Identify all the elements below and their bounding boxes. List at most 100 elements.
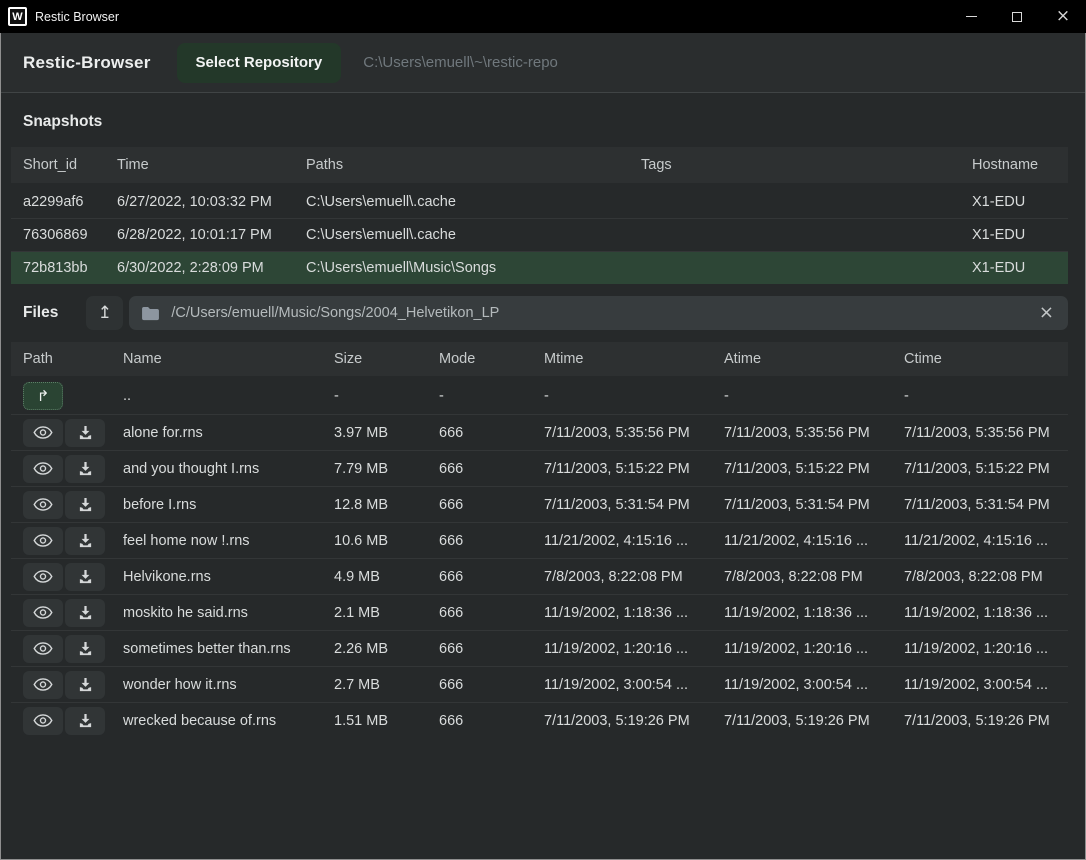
preview-file-button[interactable] [23, 707, 63, 735]
file-row[interactable]: feel home now !.rns 10.6 MB 666 11/21/20… [11, 522, 1068, 558]
file-row[interactable]: and you thought I.rns 7.79 MB 666 7/11/2… [11, 450, 1068, 486]
column-header-name[interactable]: Name [111, 351, 322, 367]
file-name: sometimes better than.rns [111, 641, 322, 657]
snapshot-hostname: X1-EDU [960, 260, 1068, 276]
column-header-hostname[interactable]: Hostname [960, 157, 1068, 173]
snapshot-time: 6/27/2022, 10:03:32 PM [105, 194, 294, 210]
column-header-mtime[interactable]: Mtime [532, 351, 712, 367]
eye-icon [33, 570, 53, 583]
file-name: alone for.rns [111, 425, 322, 441]
download-file-button[interactable] [65, 419, 105, 447]
column-header-atime[interactable]: Atime [712, 351, 892, 367]
file-mtime: 7/11/2003, 5:15:22 PM [532, 461, 712, 477]
file-atime: 11/21/2002, 4:15:16 ... [712, 533, 892, 549]
snapshot-row[interactable]: 76306869 6/28/2022, 10:01:17 PM C:\Users… [11, 218, 1068, 251]
preview-file-button[interactable] [23, 635, 63, 663]
download-file-button[interactable] [65, 635, 105, 663]
file-ctime: 11/19/2002, 1:18:36 ... [892, 605, 1068, 621]
close-icon: × [1056, 8, 1070, 25]
file-mode: 666 [427, 497, 532, 513]
file-ctime: 7/8/2003, 8:22:08 PM [892, 569, 1068, 585]
repository-path: C:\Users\emuell\~\restic-repo [363, 54, 558, 71]
download-file-button[interactable] [65, 671, 105, 699]
file-mode: 666 [427, 533, 532, 549]
maximize-button[interactable] [994, 0, 1040, 33]
file-row[interactable]: sometimes better than.rns 2.26 MB 666 11… [11, 630, 1068, 666]
file-mode: 666 [427, 569, 532, 585]
empty-area [1, 738, 1085, 859]
download-icon [78, 425, 93, 440]
file-row[interactable]: moskito he said.rns 2.1 MB 666 11/19/200… [11, 594, 1068, 630]
snapshot-paths: C:\Users\emuell\.cache [294, 194, 629, 210]
download-file-button[interactable] [65, 527, 105, 555]
column-header-short-id[interactable]: Short_id [11, 157, 105, 173]
download-icon [78, 461, 93, 476]
file-ctime: 11/19/2002, 3:00:54 ... [892, 677, 1068, 693]
file-row[interactable]: before I.rns 12.8 MB 666 7/11/2003, 5:31… [11, 486, 1068, 522]
preview-file-button[interactable] [23, 455, 63, 483]
preview-file-button[interactable] [23, 671, 63, 699]
file-ctime: - [892, 388, 1068, 404]
column-header-size[interactable]: Size [322, 351, 427, 367]
column-header-mode[interactable]: Mode [427, 351, 532, 367]
file-name: moskito he said.rns [111, 605, 322, 621]
select-repository-button[interactable]: Select Repository [177, 43, 342, 83]
snapshot-row[interactable]: a2299af6 6/27/2022, 10:03:32 PM C:\Users… [11, 185, 1068, 218]
file-mtime: 11/19/2002, 3:00:54 ... [532, 677, 712, 693]
column-header-tags[interactable]: Tags [629, 157, 960, 173]
app-logo-icon: W [8, 7, 27, 26]
close-button[interactable]: × [1040, 0, 1086, 33]
file-row[interactable]: alone for.rns 3.97 MB 666 7/11/2003, 5:3… [11, 414, 1068, 450]
file-size: 7.79 MB [322, 461, 427, 477]
download-icon [78, 497, 93, 512]
column-header-path[interactable]: Path [11, 351, 111, 367]
preview-file-button[interactable] [23, 527, 63, 555]
download-file-button[interactable] [65, 599, 105, 627]
file-atime: 11/19/2002, 3:00:54 ... [712, 677, 892, 693]
eye-icon [33, 462, 53, 475]
download-file-button[interactable] [65, 455, 105, 483]
file-mode: 666 [427, 425, 532, 441]
go-to-parent-button[interactable]: ↱ [23, 382, 63, 410]
file-row[interactable]: Helvikone.rns 4.9 MB 666 7/8/2003, 8:22:… [11, 558, 1068, 594]
file-mtime: 7/11/2003, 5:19:26 PM [532, 713, 712, 729]
snapshot-short-id: 76306869 [11, 227, 105, 243]
preview-file-button[interactable] [23, 491, 63, 519]
preview-file-button[interactable] [23, 599, 63, 627]
download-file-button[interactable] [65, 563, 105, 591]
download-file-button[interactable] [65, 491, 105, 519]
file-atime: 7/11/2003, 5:15:22 PM [712, 461, 892, 477]
column-header-ctime[interactable]: Ctime [892, 351, 1068, 367]
file-atime: 7/11/2003, 5:35:56 PM [712, 425, 892, 441]
download-icon [78, 641, 93, 656]
file-ctime: 11/19/2002, 1:20:16 ... [892, 641, 1068, 657]
parent-directory-row[interactable]: ↱ .. - - - - - [11, 378, 1068, 414]
preview-file-button[interactable] [23, 419, 63, 447]
download-icon [78, 677, 93, 692]
column-header-paths[interactable]: Paths [294, 157, 629, 173]
snapshot-hostname: X1-EDU [960, 227, 1068, 243]
file-mode: 666 [427, 461, 532, 477]
arrow-up-from-bar-icon: ↥ [98, 303, 112, 323]
file-size: 12.8 MB [322, 497, 427, 513]
file-size: 4.9 MB [322, 569, 427, 585]
minimize-icon [966, 16, 977, 17]
eye-icon [33, 534, 53, 547]
dump-to-parent-button[interactable]: ↥ [86, 296, 123, 330]
file-mode: 666 [427, 605, 532, 621]
app-brand: Restic-Browser [23, 53, 151, 73]
current-path-bar[interactable]: /C/Users/emuell/Music/Songs/2004_Helveti… [129, 296, 1068, 330]
snapshot-row[interactable]: 72b813bb 6/30/2022, 2:28:09 PM C:\Users\… [11, 251, 1068, 284]
file-atime: 7/11/2003, 5:19:26 PM [712, 713, 892, 729]
file-row[interactable]: wrecked because of.rns 1.51 MB 666 7/11/… [11, 702, 1068, 738]
clear-path-button[interactable]: × [1037, 304, 1056, 322]
download-icon [78, 605, 93, 620]
minimize-button[interactable] [948, 0, 994, 33]
file-size: 2.1 MB [322, 605, 427, 621]
file-row[interactable]: wonder how it.rns 2.7 MB 666 11/19/2002,… [11, 666, 1068, 702]
file-name: wonder how it.rns [111, 677, 322, 693]
file-ctime: 7/11/2003, 5:15:22 PM [892, 461, 1068, 477]
download-file-button[interactable] [65, 707, 105, 735]
column-header-time[interactable]: Time [105, 157, 294, 173]
preview-file-button[interactable] [23, 563, 63, 591]
